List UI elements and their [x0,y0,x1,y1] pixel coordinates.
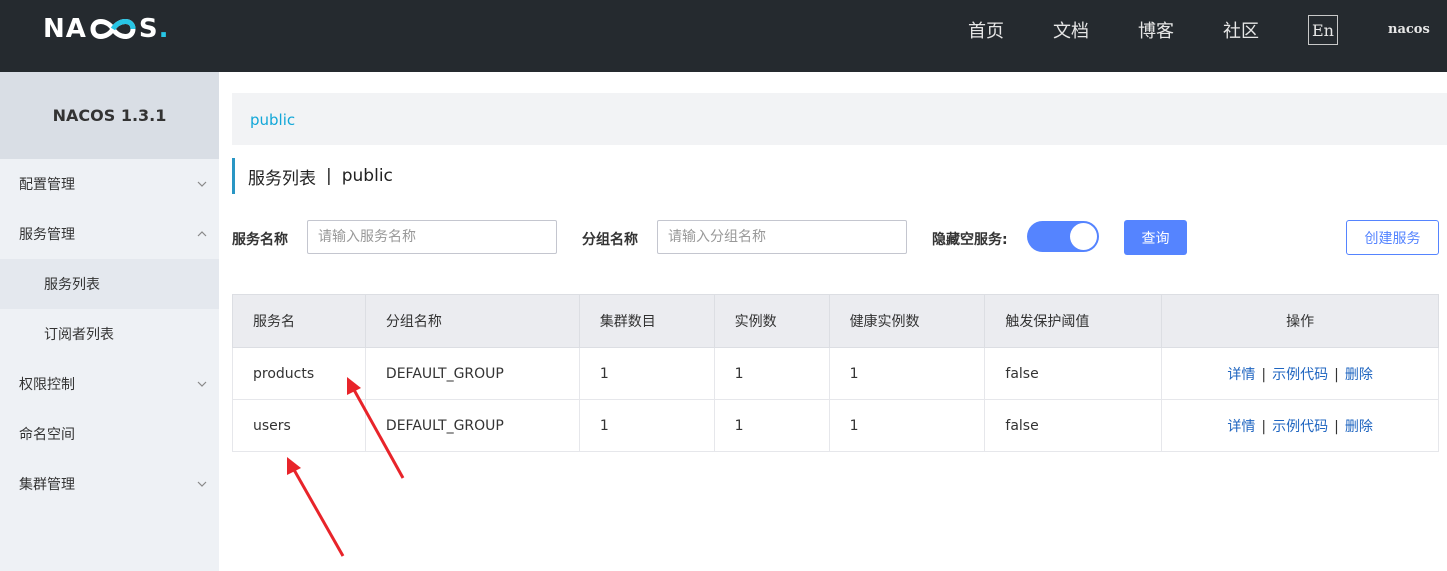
query-button[interactable]: 查询 [1124,220,1187,255]
nav-docs[interactable]: 文档 [1053,0,1089,60]
sidebar-item-label: 权限控制 [19,377,75,393]
page-title-main: 服务列表 [248,168,316,189]
column-header: 服务名 [232,294,366,348]
logo-text-right: S [138,14,159,44]
breadcrumb: public [232,93,1447,145]
cell-group: DEFAULT_GROUP [364,399,580,452]
nav-blog[interactable]: 博客 [1138,0,1174,60]
sidebar-item-cluster[interactable]: 集群管理 [0,459,219,509]
user-menu[interactable]: nacos [1388,22,1430,37]
cell-instances: 1 [713,347,830,400]
page-title-separator: | [326,166,332,186]
infinity-logo-icon [90,19,136,39]
delete-link[interactable]: 删除 [1345,367,1373,383]
cell-clusters: 1 [578,347,715,400]
hide-empty-toggle[interactable] [1027,221,1099,252]
toggle-knob [1070,223,1097,250]
sidebar-item-namespace[interactable]: 命名空间 [0,409,219,459]
table-row: users DEFAULT_GROUP 1 1 1 false 详情 | 示例代码 |… [232,399,1439,452]
create-service-button[interactable]: 创建服务 [1346,220,1439,255]
breadcrumb-namespace[interactable]: public [250,111,295,129]
cell-service-name: products [232,347,366,400]
column-header: 分组名称 [364,294,580,348]
sidebar-item-label: 集群管理 [19,477,75,493]
cell-healthy: 1 [828,399,986,452]
sidebar-item-label: 服务管理 [19,227,75,243]
hide-empty-label: 隐藏空服务: [932,232,1008,248]
service-table: 服务名 分组名称 集群数目 实例数 健康实例数 触发保护阈值 操作 produc… [232,294,1439,452]
cell-instances: 1 [713,399,830,452]
detail-link[interactable]: 详情 [1227,367,1255,383]
cell-threshold: false [984,347,1163,400]
cell-service-name: users [232,399,366,452]
annotation-arrow-users [287,457,345,557]
column-header: 集群数目 [578,294,715,348]
table-header-row: 服务名 分组名称 集群数目 实例数 健康实例数 触发保护阈值 操作 [232,294,1439,348]
column-header: 操作 [1161,294,1439,348]
nav-community[interactable]: 社区 [1223,0,1259,60]
group-name-input[interactable] [657,220,907,254]
service-name-label: 服务名称 [232,232,288,248]
nav-home[interactable]: 首页 [968,0,1004,60]
language-switch[interactable]: En [1308,15,1338,45]
sidebar-title: NACOS 1.3.1 [0,72,219,159]
ops-separator: | [1261,418,1267,435]
sidebar-item-label: 服务列表 [44,277,100,293]
nacos-logo[interactable]: NA S . [43,13,170,45]
sidebar-item-label: 命名空间 [19,427,75,443]
cell-healthy: 1 [828,347,986,400]
ops-separator: | [1334,418,1339,435]
table-row: products DEFAULT_GROUP 1 1 1 false 详情 | 示例… [232,347,1439,400]
logo-dot: . [158,14,170,44]
ops-separator: | [1334,366,1339,383]
service-name-input[interactable] [307,220,557,254]
page-title-namespace: public [341,166,393,186]
sample-code-link[interactable]: 示例代码 [1272,367,1328,383]
group-name-label: 分组名称 [582,232,638,248]
cell-operations: 详情 | 示例代码 | 删除 [1161,347,1439,400]
cell-clusters: 1 [578,399,715,452]
chevron-down-icon [197,481,207,487]
chevron-up-icon [197,231,207,237]
detail-link[interactable]: 详情 [1227,419,1255,435]
column-header: 触发保护阈值 [984,294,1163,348]
chevron-down-icon [197,181,207,187]
cell-threshold: false [984,399,1163,452]
sidebar-item-label: 配置管理 [19,177,75,193]
column-header: 实例数 [713,294,830,348]
sidebar-item-subscriber-list[interactable]: 订阅者列表 [0,309,219,359]
sidebar: NACOS 1.3.1 配置管理 服务管理 服务列表 订阅者列表 权限控制 命名… [0,72,219,571]
cell-group: DEFAULT_GROUP [364,347,580,400]
sidebar-item-config[interactable]: 配置管理 [0,159,219,209]
chevron-down-icon [197,381,207,387]
sample-code-link[interactable]: 示例代码 [1272,419,1328,435]
delete-link[interactable]: 删除 [1345,419,1373,435]
cell-operations: 详情 | 示例代码 | 删除 [1161,399,1439,452]
page-title: 服务列表 | public [232,158,393,194]
sidebar-item-permission[interactable]: 权限控制 [0,359,219,409]
column-header: 健康实例数 [828,294,986,348]
sidebar-item-label: 订阅者列表 [44,327,114,343]
sidebar-item-service-list[interactable]: 服务列表 [0,259,219,309]
sidebar-item-service[interactable]: 服务管理 [0,209,219,259]
top-header: NA S . 首页 文档 博客 社区 En nacos [0,0,1447,72]
logo-text-left: NA [43,14,87,44]
ops-separator: | [1261,366,1267,383]
